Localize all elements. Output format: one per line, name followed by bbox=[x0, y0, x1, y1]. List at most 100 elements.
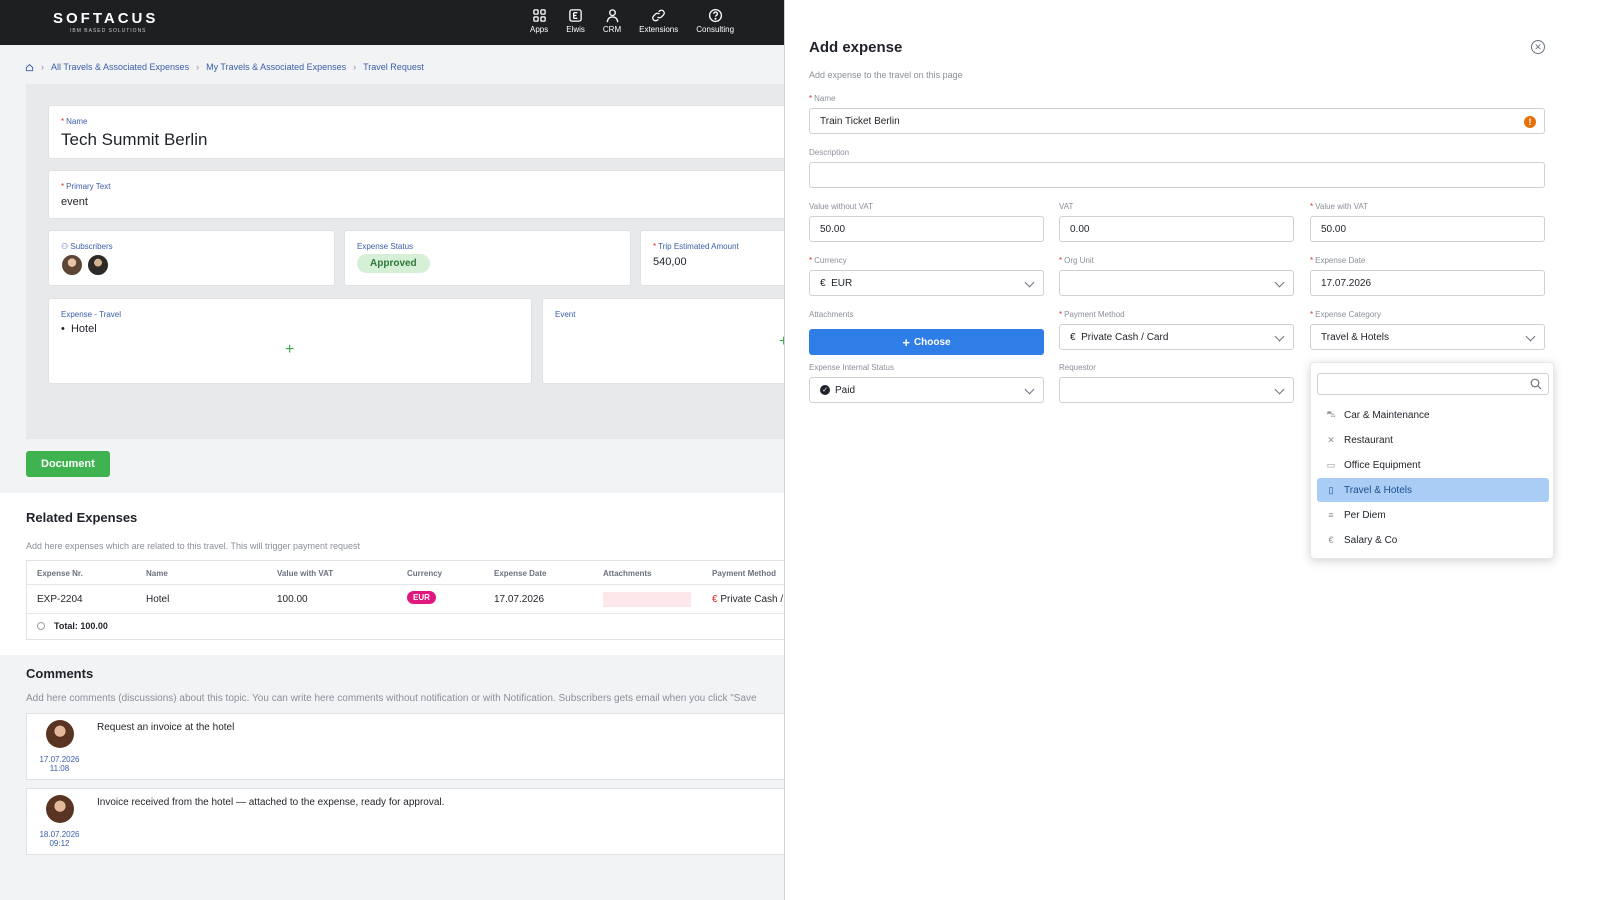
chevron-down-icon bbox=[1024, 384, 1035, 395]
comment-item[interactable]: 18.07.2026 09:12 Invoice received from th… bbox=[26, 788, 800, 855]
nav-consulting[interactable]: Consulting bbox=[696, 8, 734, 34]
expense-name-field[interactable]: ! bbox=[809, 108, 1545, 134]
avatar[interactable] bbox=[87, 254, 109, 276]
nav-crm[interactable]: CRM bbox=[603, 8, 621, 34]
primary-text-field[interactable]: * Primary Text event bbox=[48, 170, 808, 219]
primary-text-label: * Primary Text bbox=[61, 182, 111, 191]
dropdown-option-travel-hotels[interactable]: ▯ Travel & Hotels bbox=[1317, 478, 1549, 502]
divider bbox=[27, 613, 799, 614]
expense-travel-label: Expense - Travel bbox=[61, 310, 122, 319]
value-without-vat-input[interactable] bbox=[820, 223, 1043, 235]
breadcrumb-travel-request[interactable]: Travel Request bbox=[363, 62, 424, 72]
subscribers-field[interactable]: ⚇ Subscribers bbox=[48, 230, 335, 286]
trip-amount-field[interactable]: * Trip Estimated Amount 540,00 bbox=[640, 230, 808, 286]
dropdown-option-office-equipment[interactable]: ▭ Office Equipment bbox=[1317, 453, 1549, 477]
nav-apps-label: Apps bbox=[530, 25, 549, 34]
requestor-select[interactable] bbox=[1059, 377, 1294, 403]
org-unit-select[interactable] bbox=[1059, 270, 1294, 296]
plus-icon: + bbox=[902, 334, 910, 350]
add-expense-travel-button[interactable]: + bbox=[285, 341, 294, 359]
avatar[interactable] bbox=[46, 720, 74, 748]
event-label: Event bbox=[555, 310, 576, 319]
expense-date-field[interactable] bbox=[1310, 270, 1545, 296]
currency-badge: EUR bbox=[407, 591, 436, 604]
dropdown-search-input[interactable] bbox=[1317, 373, 1549, 395]
expense-date-input[interactable] bbox=[1321, 277, 1544, 289]
logo[interactable]: SOFTACUS IBM BASED SOLUTIONS bbox=[53, 10, 158, 34]
column-header[interactable]: Expense Date bbox=[494, 569, 546, 578]
status-badge: Approved bbox=[357, 254, 430, 273]
cell-date: 17.07.2026 bbox=[494, 594, 545, 605]
breadcrumb-all-travels[interactable]: All Travels & Associated Expenses bbox=[51, 62, 189, 72]
internal-status-label: Expense Internal Status bbox=[809, 363, 894, 372]
total-label: Total: bbox=[54, 621, 78, 631]
description-input[interactable] bbox=[820, 169, 1544, 181]
elwis-icon bbox=[569, 9, 582, 22]
org-unit-label: * Org Unit bbox=[1059, 256, 1094, 265]
currency-select[interactable]: € EUR bbox=[809, 270, 1044, 296]
payment-method-select[interactable]: € Private Cash / Card bbox=[1059, 324, 1294, 350]
comments-title: Comments bbox=[26, 666, 94, 681]
divider bbox=[27, 584, 799, 585]
currency-label: * Currency bbox=[809, 256, 847, 265]
link-icon bbox=[652, 9, 666, 22]
cutlery-icon: ✕ bbox=[1327, 434, 1335, 445]
expense-status-field[interactable]: Expense Status Approved bbox=[344, 230, 631, 286]
column-header[interactable]: Currency bbox=[407, 569, 442, 578]
vat-input[interactable] bbox=[1070, 223, 1293, 235]
dropdown-option-car-maintenance[interactable]: ⛍ Car & Maintenance bbox=[1317, 403, 1549, 427]
related-expenses-title: Related Expenses bbox=[26, 510, 138, 525]
value-with-vat-field[interactable] bbox=[1310, 216, 1545, 242]
column-header[interactable]: Expense Nr. bbox=[37, 569, 83, 578]
expense-name-label: * Name bbox=[809, 94, 836, 103]
close-icon: ✕ bbox=[1534, 41, 1542, 52]
name-field[interactable]: * Name Tech Summit Berlin bbox=[48, 105, 808, 159]
column-header[interactable]: Payment Method bbox=[712, 569, 776, 578]
comment-item[interactable]: 17.07.2026 11:08 Request an invoice at th… bbox=[26, 713, 800, 780]
currency-value: EUR bbox=[831, 277, 853, 289]
avatar[interactable] bbox=[46, 795, 74, 823]
description-field[interactable] bbox=[809, 162, 1545, 188]
dropdown-option-salary[interactable]: € Salary & Co bbox=[1317, 528, 1549, 552]
expense-name-input[interactable] bbox=[820, 115, 1544, 127]
close-button[interactable]: ✕ bbox=[1531, 40, 1545, 54]
comments-desc: Add here comments (discussions) about th… bbox=[26, 693, 757, 704]
list-item[interactable]: • Hotel bbox=[61, 323, 97, 335]
chevron-down-icon bbox=[1274, 331, 1285, 342]
panel-title: Add expense bbox=[809, 39, 903, 56]
chevron-right-icon: › bbox=[196, 62, 200, 72]
column-header[interactable]: Value with VAT bbox=[277, 569, 333, 578]
add-expense-panel: Add expense ✕ Add expense to the travel … bbox=[784, 0, 1600, 900]
home-icon[interactable] bbox=[25, 63, 34, 72]
person-icon bbox=[606, 9, 618, 23]
related-expenses-desc: Add here expenses which are related to t… bbox=[26, 541, 361, 551]
euro-icon: € bbox=[820, 277, 826, 289]
dropdown-option-per-diem[interactable]: ≡ Per Diem bbox=[1317, 503, 1549, 527]
expense-category-select[interactable]: Travel & Hotels bbox=[1310, 324, 1545, 350]
building-icon: ▯ bbox=[1328, 484, 1334, 495]
document-button[interactable]: Document bbox=[26, 451, 110, 477]
attachments-label: Attachments bbox=[809, 310, 854, 319]
vat-label: VAT bbox=[1059, 202, 1074, 211]
vat-field[interactable] bbox=[1059, 216, 1294, 242]
column-header[interactable]: Attachments bbox=[603, 569, 651, 578]
nav-elwis[interactable]: Elwis bbox=[566, 8, 585, 34]
payment-method-value: Private Cash / Card bbox=[1081, 331, 1169, 343]
attachments-cell[interactable] bbox=[603, 592, 691, 607]
travel-form: * Name Tech Summit Berlin * Primary Text e… bbox=[26, 84, 808, 439]
search-icon bbox=[1530, 378, 1542, 390]
nav-extensions[interactable]: Extensions bbox=[639, 8, 678, 34]
top-nav: Apps Elwis CRM Extensions Consulting bbox=[530, 8, 752, 34]
brand-name: SOFTACUS bbox=[53, 10, 159, 27]
dropdown-option-restaurant[interactable]: ✕ Restaurant bbox=[1317, 428, 1549, 452]
value-with-vat-input[interactable] bbox=[1321, 223, 1544, 235]
internal-status-select[interactable]: ✓ Paid bbox=[809, 377, 1044, 403]
choose-attachment-button[interactable]: + Choose bbox=[809, 329, 1044, 355]
value-without-vat-field[interactable] bbox=[809, 216, 1044, 242]
subscribers-label: ⚇ Subscribers bbox=[61, 242, 113, 251]
avatar[interactable] bbox=[61, 254, 83, 276]
breadcrumb-my-travels[interactable]: My Travels & Associated Expenses bbox=[206, 62, 346, 72]
column-header[interactable]: Name bbox=[146, 569, 168, 578]
cell-name: Hotel bbox=[146, 594, 170, 605]
nav-apps[interactable]: Apps bbox=[530, 8, 548, 34]
